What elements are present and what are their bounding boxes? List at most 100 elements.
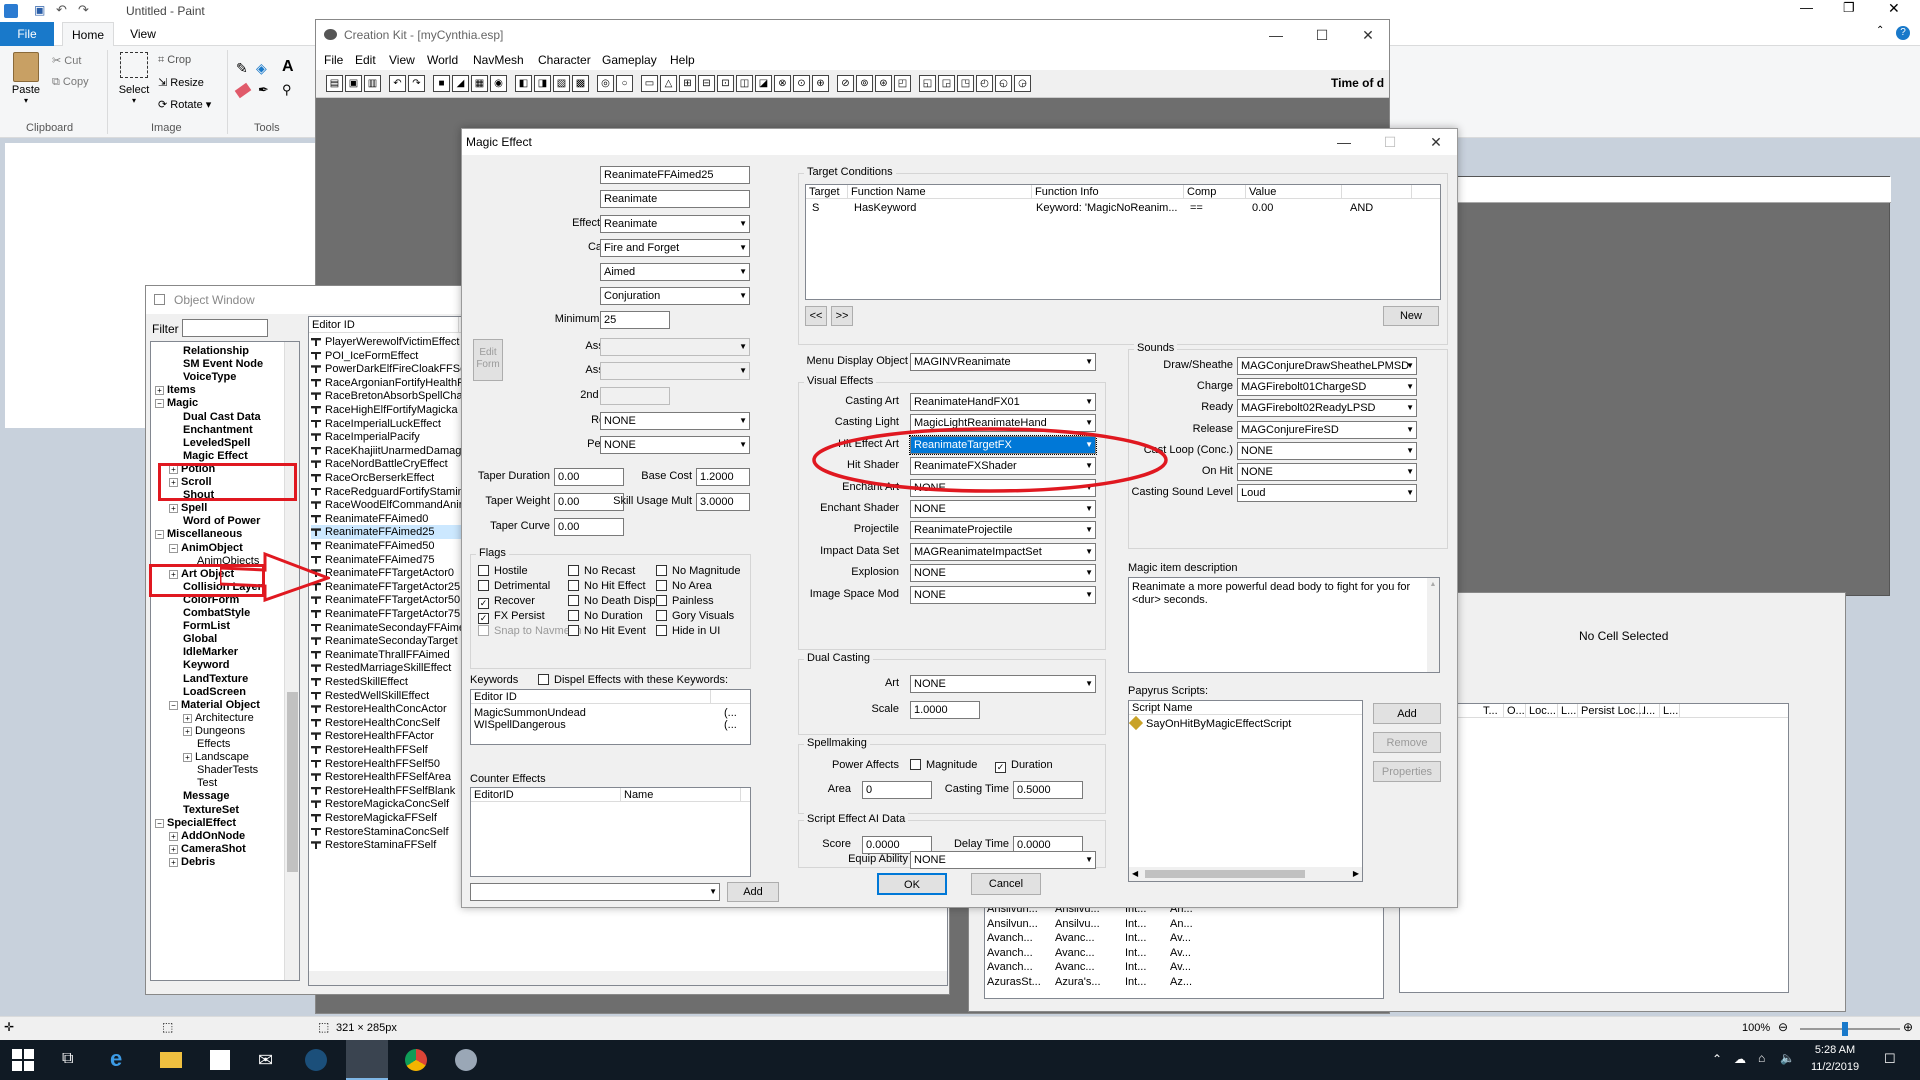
sound-dropdown[interactable]: NONE	[1237, 441, 1417, 460]
object-row[interactable]: RaceNordBattleCryEffect	[311, 457, 461, 471]
ck-toolbar-button-icon[interactable]: ▧	[553, 75, 570, 92]
tree-item[interactable]: CombatStyle	[183, 606, 250, 620]
collapse-icon[interactable]: −	[155, 818, 164, 828]
tree-item[interactable]: − Magic	[155, 396, 198, 410]
menu-display-dropdown[interactable]: MAGINVReanimate	[910, 353, 1096, 371]
tree-item[interactable]: ShaderTests	[197, 763, 258, 777]
cut-button[interactable]: ✂ Cut	[52, 54, 81, 67]
me-minimize-button[interactable]: —	[1321, 129, 1367, 155]
ve-dropdown[interactable]: ReanimateProjectile	[910, 521, 1096, 540]
casting-type-dropdown[interactable]: Fire and Forget	[600, 239, 750, 257]
perk-dropdown[interactable]: NONE	[600, 436, 750, 454]
tree-scrollbar[interactable]	[284, 342, 299, 980]
tc-col-and[interactable]	[1342, 185, 1412, 199]
ok-button[interactable]: OK	[877, 873, 947, 895]
ve-dropdown[interactable]: NONE	[910, 564, 1096, 583]
expand-icon[interactable]: +	[169, 831, 178, 841]
cell-col-l[interactable]: L...	[1558, 704, 1578, 718]
ck-toolbar-button-icon[interactable]: ⊞	[679, 75, 696, 92]
ck-toolbar-button-icon[interactable]: ⊡	[717, 75, 734, 92]
object-row[interactable]: RestoreHealthFFSelfBlank	[311, 784, 461, 798]
object-row[interactable]: RestoreHealthConcActor	[311, 702, 461, 716]
paint-taskbar-icon[interactable]	[455, 1049, 477, 1071]
ck-toolbar-button-icon[interactable]: ◎	[597, 75, 614, 92]
tree-item[interactable]: − SpecialEffect	[155, 816, 236, 830]
ck-toolbar-button-icon[interactable]: ↶	[389, 75, 406, 92]
ck-toolbar-button-icon[interactable]: ◉	[490, 75, 507, 92]
chrome-icon[interactable]	[405, 1049, 427, 1071]
object-list-hscrollbar[interactable]	[309, 971, 947, 985]
ck-toolbar-button-icon[interactable]: ◫	[736, 75, 753, 92]
script-add-button[interactable]: Add	[1373, 703, 1441, 724]
tree-item[interactable]: Magic Effect	[183, 449, 248, 463]
counter-effect-dropdown[interactable]	[470, 883, 720, 901]
flag-checkbox[interactable]: No Hit Effect	[568, 580, 646, 593]
ck-toolbar-button-icon[interactable]: ◢	[452, 75, 469, 92]
ck-toolbar-button-icon[interactable]: ⊙	[793, 75, 810, 92]
eraser-icon[interactable]	[234, 82, 252, 99]
tree-item[interactable]: Keyword	[183, 658, 229, 672]
menu-edit[interactable]: Edit	[355, 53, 376, 67]
id-field[interactable]: ReanimateFFAimed25	[600, 166, 750, 184]
equip-ability-dropdown[interactable]: NONE	[910, 851, 1096, 869]
creation-kit-taskbar-icon[interactable]	[346, 1040, 388, 1080]
tree-item[interactable]: LeveledSpell	[183, 436, 250, 450]
expand-icon[interactable]: +	[183, 753, 192, 763]
ck-toolbar-button-icon[interactable]: ▣	[345, 75, 362, 92]
tc-col-comp[interactable]: Comp	[1184, 185, 1246, 199]
ck-toolbar-button-icon[interactable]: ⊟	[698, 75, 715, 92]
flag-checkbox[interactable]: ✓ Recover	[478, 595, 535, 609]
ck-toolbar-button-icon[interactable]: ○	[616, 75, 633, 92]
scripts-hscroll-thumb[interactable]	[1145, 870, 1305, 878]
object-row[interactable]: ReanimateSecondayTarget	[311, 634, 461, 648]
ve-dropdown[interactable]: NONE	[910, 500, 1096, 518]
tree-item[interactable]: + Items	[155, 383, 196, 397]
ck-toolbar-button-icon[interactable]: ◳	[957, 75, 974, 92]
dispel-checkbox[interactable]: Dispel Effects with these Keywords:	[538, 674, 728, 687]
dc-scale-field[interactable]: 1.0000	[910, 701, 980, 719]
mail-icon[interactable]: ✉	[258, 1050, 273, 1071]
ck-toolbar-button-icon[interactable]: ◲	[938, 75, 955, 92]
scripts-list[interactable]: Script Name SayOnHitByMagicEffectScript …	[1128, 700, 1363, 882]
rotate-button[interactable]: ⟳ Rotate ▾	[158, 98, 211, 111]
tray-chevron-icon[interactable]: ⌃	[1712, 1052, 1722, 1066]
ve-dropdown[interactable]: NONE	[910, 585, 1096, 604]
object-row[interactable]: ReanimateFFTargetActor75	[311, 607, 461, 621]
edit-form-button[interactable]: Edit Form	[473, 339, 503, 381]
object-row[interactable]: RestoreHealthFFSelfArea	[311, 770, 461, 784]
sound-dropdown[interactable]: Loud	[1237, 484, 1417, 503]
onedrive-icon[interactable]: ☁	[1734, 1052, 1746, 1066]
tree-item[interactable]: Test	[197, 776, 217, 790]
skill-mult-field[interactable]: 3.0000	[696, 493, 750, 511]
delivery-dropdown[interactable]: Aimed	[600, 263, 750, 281]
magnitude-checkbox[interactable]: Magnitude	[910, 759, 977, 772]
object-row[interactable]: RaceOrcBerserkEffect	[311, 471, 461, 485]
dc-art-dropdown[interactable]: NONE	[910, 675, 1096, 693]
object-row[interactable]: ReanimateFFAimed50	[311, 539, 461, 553]
menu-navmesh[interactable]: NavMesh	[473, 53, 524, 67]
cell-object-list[interactable]: Ansilvun... Ansilvu... Int... An... Ansilvun…	[984, 899, 1384, 999]
script-remove-button[interactable]: Remove	[1373, 732, 1441, 753]
ck-toolbar-button-icon[interactable]: ⊛	[875, 75, 892, 92]
scripts-hscrollbar[interactable]: ◀ ▶	[1129, 867, 1362, 881]
ve-dropdown[interactable]: ReanimateHandFX01	[910, 393, 1096, 411]
magnifier-icon[interactable]: ⚲	[282, 82, 292, 98]
me-close-button[interactable]: ✕	[1413, 129, 1457, 155]
steam-icon[interactable]	[305, 1049, 327, 1071]
ck-toolbar-button-icon[interactable]: ▤	[326, 75, 343, 92]
object-row[interactable]: ReanimateFFTargetActor0	[311, 566, 461, 580]
object-row[interactable]: RestoreStaminaConcSelf	[311, 825, 461, 839]
ve-dropdown[interactable]: MAGReanimateImpactSet	[910, 542, 1096, 561]
conditions-prev-button[interactable]: <<	[805, 306, 827, 326]
counter-add-button[interactable]: Add	[727, 882, 779, 902]
description-field[interactable]: Reanimate a more powerful dead body to f…	[1128, 577, 1440, 673]
tree-scroll-thumb[interactable]	[287, 692, 298, 872]
sound-dropdown[interactable]: MAGFirebolt01ChargeSD	[1237, 378, 1417, 397]
paste-button[interactable]: Paste ▾	[8, 52, 44, 122]
tree-item[interactable]: Word of Power	[183, 514, 260, 528]
tree-item[interactable]: Message	[183, 789, 229, 803]
copy-button[interactable]: ⧉ Copy	[52, 76, 89, 89]
object-row[interactable]: RestedSkillEffect	[311, 675, 461, 689]
counter-col-name[interactable]: Name	[621, 788, 741, 802]
cell-col-o[interactable]: O...	[1504, 704, 1526, 718]
